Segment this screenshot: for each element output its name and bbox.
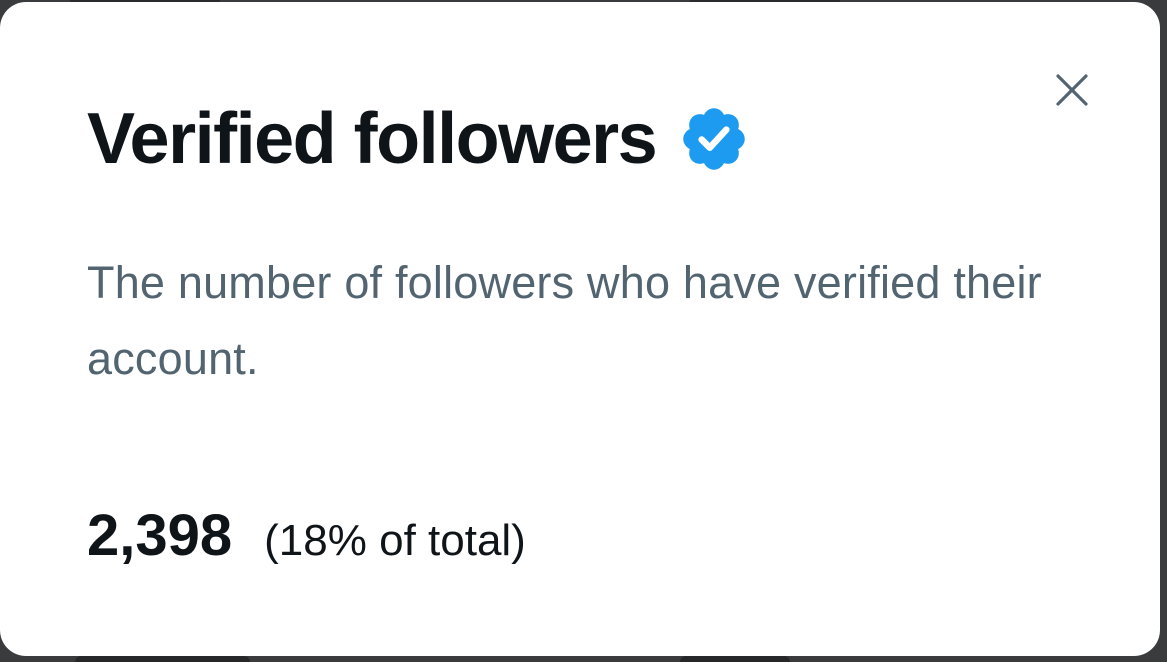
verified-followers-dialog: Verified followers The number of followe… xyxy=(0,2,1160,656)
dialog-header: Verified followers xyxy=(87,94,750,184)
close-icon xyxy=(1056,74,1088,106)
background-peek xyxy=(75,656,250,662)
verified-followers-percentage: (18% of total) xyxy=(264,516,526,565)
verified-followers-count: 2,398 xyxy=(87,503,233,568)
verified-followers-stat: 2,398 (18% of total) xyxy=(87,502,526,569)
verified-badge-icon xyxy=(678,103,750,175)
background-peek xyxy=(680,656,790,662)
dialog-description: The number of followers who have verifie… xyxy=(87,257,1042,384)
dialog-title: Verified followers xyxy=(87,99,658,179)
close-button[interactable] xyxy=(1050,68,1094,112)
